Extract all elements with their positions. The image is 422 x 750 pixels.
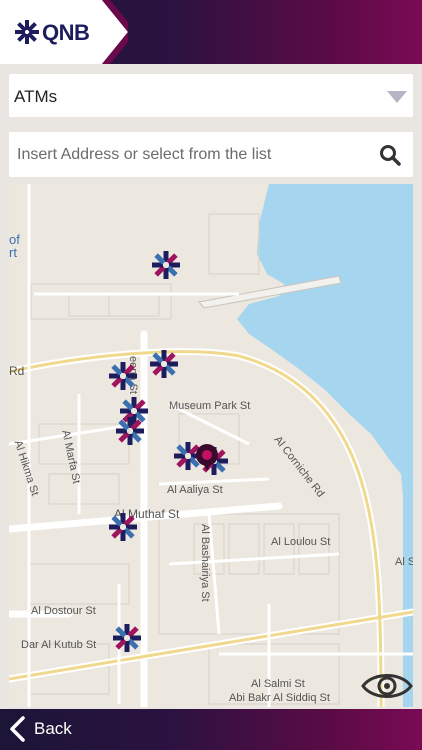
back-label: Back: [34, 719, 72, 738]
address-search-input[interactable]: Insert Address or select from the list: [9, 132, 413, 177]
map-label-dar-al-kutub: Dar Al Kutub St: [21, 639, 97, 651]
map-label-fort-2: rt: [9, 245, 17, 260]
map-label-al-loulou: Al Loulou St: [271, 536, 331, 548]
map-label-rd: Rd: [9, 364, 25, 378]
atm-pin-icon[interactable]: [108, 361, 138, 391]
map-label-al-dostour: Al Dostour St: [31, 605, 96, 617]
map-view[interactable]: of rt Rd Museum Park St Al Corniche Rd A…: [9, 184, 413, 707]
back-button[interactable]: Back: [0, 709, 422, 750]
atm-pin-icon[interactable]: [108, 512, 138, 542]
dropdown-selected-value: ATMs: [14, 87, 58, 106]
eye-icon[interactable]: [361, 669, 413, 703]
atm-pin-icon[interactable]: [115, 416, 145, 446]
chevron-left-icon: [10, 716, 25, 742]
dropdown-arrow-icon: [387, 91, 407, 103]
map-label-museum-park: Museum Park St: [169, 400, 251, 412]
logo-text: QNB: [42, 20, 90, 45]
search-placeholder: Insert Address or select from the list: [17, 146, 272, 163]
app-header: QNB: [0, 0, 422, 64]
atm-pin-icon[interactable]: [149, 349, 179, 379]
search-icon[interactable]: [379, 144, 401, 166]
location-type-dropdown[interactable]: ATMs: [9, 74, 413, 117]
map-label-al-salmi: Al Salmi St: [251, 678, 305, 690]
atm-pin-icon[interactable]: [151, 250, 181, 280]
map-label-al-bashairiya: Al Bashairiya St: [199, 524, 211, 602]
map-label-al-s: Al S: [395, 556, 413, 568]
map-label-abi-bakr: Abi Bakr Al Siddiq St: [229, 692, 330, 704]
selected-location-pin-icon[interactable]: [192, 442, 222, 472]
atm-pin-icon[interactable]: [112, 623, 142, 653]
map-label-al-aaliya: Al Aaliya St: [167, 484, 223, 496]
